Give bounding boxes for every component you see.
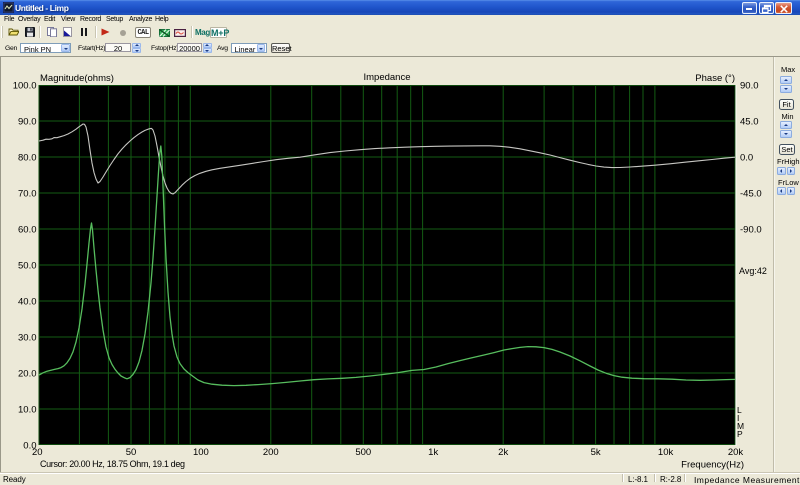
svg-text:5k: 5k: [591, 447, 601, 458]
svg-text:Phase (°): Phase (°): [695, 73, 735, 84]
svg-text:200: 200: [263, 447, 279, 458]
svg-text:Frequency(Hz): Frequency(Hz): [681, 460, 744, 471]
svg-text:Cursor: 20.00 Hz, 18.75 Ohm, 1: Cursor: 20.00 Hz, 18.75 Ohm, 19.1 deg: [40, 459, 185, 469]
svg-text:P: P: [737, 429, 743, 439]
svg-text:-90.0: -90.0: [740, 225, 762, 236]
svg-text:20.0: 20.0: [18, 369, 37, 380]
svg-text:90.0: 90.0: [18, 117, 37, 128]
svg-text:40.0: 40.0: [18, 297, 37, 308]
svg-text:10k: 10k: [658, 447, 674, 458]
svg-text:30.0: 30.0: [18, 333, 37, 344]
svg-text:60.0: 60.0: [18, 225, 37, 236]
svg-text:80.0: 80.0: [18, 153, 37, 164]
svg-text:50: 50: [126, 447, 137, 458]
svg-text:500: 500: [355, 447, 371, 458]
svg-text:70.0: 70.0: [18, 189, 37, 200]
svg-text:2k: 2k: [498, 447, 508, 458]
svg-text:90.0: 90.0: [740, 81, 759, 92]
svg-text:20k: 20k: [728, 447, 744, 458]
svg-text:Avg:42: Avg:42: [739, 266, 767, 276]
svg-text:10.0: 10.0: [18, 405, 37, 416]
svg-text:0.0: 0.0: [740, 153, 753, 164]
svg-text:100.0: 100.0: [13, 81, 37, 92]
svg-text:Impedance: Impedance: [363, 72, 410, 83]
svg-text:-45.0: -45.0: [740, 189, 762, 200]
svg-text:Magnitude(ohms): Magnitude(ohms): [40, 73, 114, 84]
svg-text:20: 20: [32, 447, 43, 458]
svg-text:45.0: 45.0: [740, 117, 759, 128]
svg-text:1k: 1k: [428, 447, 438, 458]
svg-text:100: 100: [193, 447, 209, 458]
svg-text:50.0: 50.0: [18, 261, 37, 272]
